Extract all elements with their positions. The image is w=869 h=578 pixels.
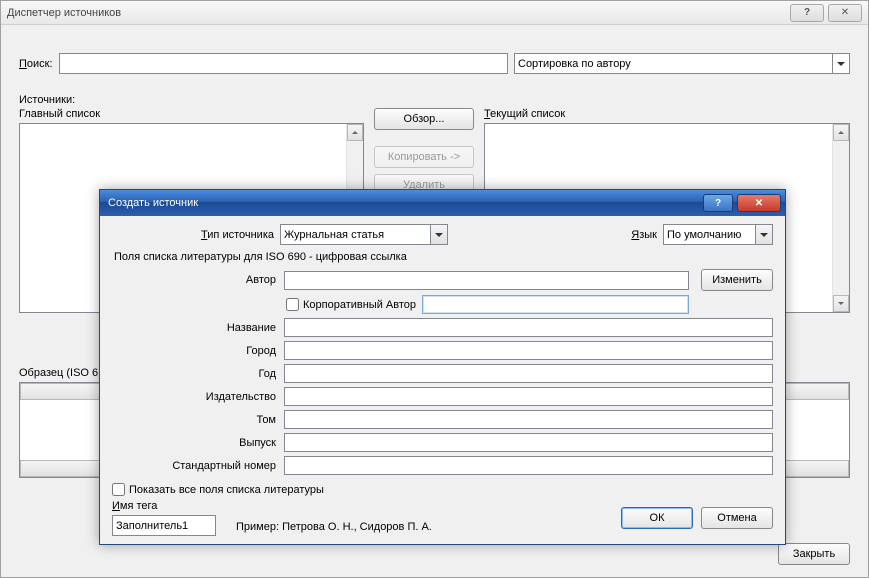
name-label: Название <box>112 322 280 334</box>
chevron-down-icon[interactable] <box>430 225 447 244</box>
current-list-label: Текущий список <box>484 108 850 120</box>
create-source-dialog: Создать источник Тип источника Журнальна… <box>99 189 786 545</box>
chevron-down-icon[interactable] <box>755 225 772 244</box>
browse-button[interactable]: Обзор... <box>374 108 474 130</box>
tag-name-input[interactable] <box>112 515 216 536</box>
fields-title: Поля списка литературы для ISO 690 - циф… <box>114 251 773 263</box>
search-input[interactable] <box>59 53 508 74</box>
volume-label: Том <box>112 414 280 426</box>
scroll-up-icon[interactable] <box>833 124 849 141</box>
issue-label: Выпуск <box>112 437 280 449</box>
source-type-select[interactable]: Журнальная статья <box>280 224 448 245</box>
example-text: Пример: Петрова О. Н., Сидоров П. А. <box>236 521 432 536</box>
std-number-input[interactable] <box>284 456 773 475</box>
ok-button[interactable]: ОК <box>621 507 693 529</box>
issue-input[interactable] <box>284 433 773 452</box>
show-all-fields-label: Показать все поля списка литературы <box>129 484 324 496</box>
scrollbar[interactable] <box>832 124 849 312</box>
cancel-button[interactable]: Отмена <box>701 507 773 529</box>
city-input[interactable] <box>284 341 773 360</box>
publisher-input[interactable] <box>284 387 773 406</box>
close-icon[interactable] <box>828 4 862 22</box>
scroll-up-icon[interactable] <box>347 124 363 141</box>
volume-input[interactable] <box>284 410 773 429</box>
chevron-down-icon[interactable] <box>832 54 849 73</box>
author-label: Автор <box>112 274 280 286</box>
edit-author-button[interactable]: Изменить <box>701 269 773 291</box>
sort-value: Сортировка по автору <box>518 58 631 70</box>
inner-title: Создать источник <box>108 197 699 209</box>
author-input[interactable] <box>284 271 689 290</box>
language-select[interactable]: По умолчанию <box>663 224 773 245</box>
std-number-label: Стандартный номер <box>112 460 280 472</box>
help-icon[interactable] <box>790 4 824 22</box>
master-list-label: Главный список <box>19 108 364 120</box>
name-input[interactable] <box>284 318 773 337</box>
year-input[interactable] <box>284 364 773 383</box>
corp-author-label: Корпоративный Автор <box>303 299 416 311</box>
publisher-label: Издательство <box>112 391 280 403</box>
inner-titlebar[interactable]: Создать источник <box>100 190 785 216</box>
year-label: Год <box>112 368 280 380</box>
sources-label: Источники: <box>19 94 850 106</box>
close-button[interactable]: Закрыть <box>778 543 850 565</box>
copy-button[interactable]: Копировать -> <box>374 146 474 168</box>
source-type-label: Тип источника <box>112 229 280 241</box>
language-label: Язык <box>631 229 657 241</box>
sort-select[interactable]: Сортировка по автору <box>514 53 850 74</box>
tag-name-label: Имя тега <box>112 500 216 512</box>
outer-titlebar[interactable]: Диспетчер источников <box>1 1 868 25</box>
scroll-down-icon[interactable] <box>833 295 849 312</box>
close-icon[interactable] <box>737 194 781 212</box>
help-icon[interactable] <box>703 194 733 212</box>
corp-author-input[interactable] <box>422 295 689 314</box>
show-all-fields-checkbox[interactable] <box>112 483 125 496</box>
outer-title: Диспетчер источников <box>7 7 786 19</box>
search-label: Поиск: <box>19 58 53 70</box>
city-label: Город <box>112 345 280 357</box>
corp-author-checkbox[interactable] <box>286 298 299 311</box>
